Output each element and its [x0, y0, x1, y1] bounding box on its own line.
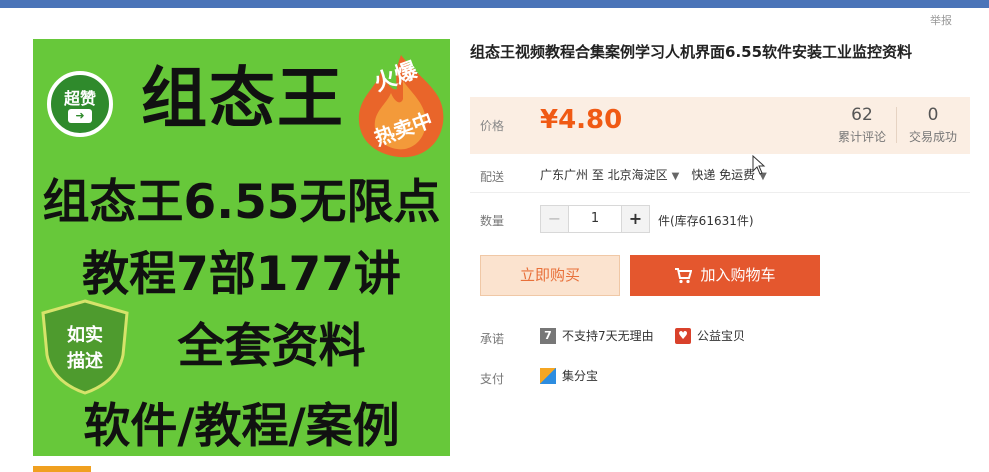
buy-now-button[interactable]: 立即购买 [480, 255, 620, 296]
sales-stat: 0 交易成功 [900, 105, 966, 145]
delivery-info: 广东广州 至 北京海淀区 ▼ 快递 免运费 ▼ [540, 166, 779, 183]
promise-1-label: 不支持7天无理由 [562, 329, 654, 343]
quantity-label: 数量 [480, 214, 505, 228]
report-link[interactable]: 举报 [930, 12, 952, 28]
delivery-label: 配送 [480, 170, 505, 184]
reviews-count: 62 [851, 105, 873, 125]
badge-label: 超赞 [63, 89, 96, 108]
stat-divider [896, 107, 897, 143]
quantity-increase-button[interactable]: + [621, 206, 649, 232]
reviews-label: 累计评论 [837, 130, 886, 144]
heart-icon: ♥ [675, 327, 691, 344]
price-panel: 价格 ¥4.80 62 累计评论 0 交易成功 [470, 97, 970, 154]
sales-count: 0 [927, 105, 939, 125]
price-label: 价格 [480, 119, 505, 133]
image-brand-title: 组态王 [141, 60, 345, 137]
payment-method-label: 集分宝 [562, 369, 599, 383]
image-headline-4: 软件/教程/案例 [83, 399, 400, 454]
seven-day-icon: 7 [540, 327, 556, 344]
caret-down-icon[interactable]: ▼ [672, 171, 680, 182]
payment-method[interactable]: 集分宝 [540, 367, 598, 384]
add-to-cart-label: 加入购物车 [700, 266, 776, 284]
sales-label: 交易成功 [908, 130, 957, 144]
section-divider [470, 192, 970, 193]
promise-2-label: 公益宝贝 [697, 329, 746, 343]
quantity-decrease-button[interactable]: − [541, 206, 569, 232]
arrow-right-icon: ➜ [68, 109, 92, 123]
mouse-cursor-icon [752, 155, 766, 175]
product-title: 组态王视频教程合集案例学习人机界面6.55软件安装工业监控资料 [470, 43, 913, 61]
shipping-method[interactable]: 快递 免运费 [691, 168, 755, 182]
thumbnail-strip[interactable] [33, 466, 91, 472]
image-headline-3: 全套资料 [177, 319, 366, 374]
promise-no-7day-return[interactable]: 7 不支持7天无理由 [540, 327, 654, 344]
quantity-input[interactable]: 1 [569, 206, 621, 232]
top-nav-bar [0, 0, 989, 8]
product-main-image[interactable]: 超赞 ➜ 组态王 火爆 热卖中 组态王6.55无限点 教程7部177讲 如实 描… [33, 39, 450, 456]
stock-info: 件(库存61631件) [658, 214, 754, 228]
hot-sale-flame: 火爆 热卖中 [351, 51, 450, 161]
super-praise-badge: 超赞 ➜ [47, 71, 113, 137]
image-headline-2: 教程7部177讲 [82, 247, 401, 302]
quantity-stepper: − 1 + [540, 205, 650, 233]
promise-label: 承诺 [480, 332, 505, 346]
add-to-cart-button[interactable]: 加入购物车 [630, 255, 820, 296]
cart-icon [675, 267, 693, 283]
jifenbao-icon [540, 367, 556, 384]
delivery-route[interactable]: 广东广州 至 北京海淀区 [540, 168, 668, 182]
reviews-stat[interactable]: 62 累计评论 [832, 105, 892, 145]
image-headline-1: 组态王6.55无限点 [42, 175, 441, 230]
promise-charity[interactable]: ♥ 公益宝贝 [675, 327, 745, 344]
price-value: ¥4.80 [540, 105, 623, 135]
payment-label: 支付 [480, 372, 505, 386]
